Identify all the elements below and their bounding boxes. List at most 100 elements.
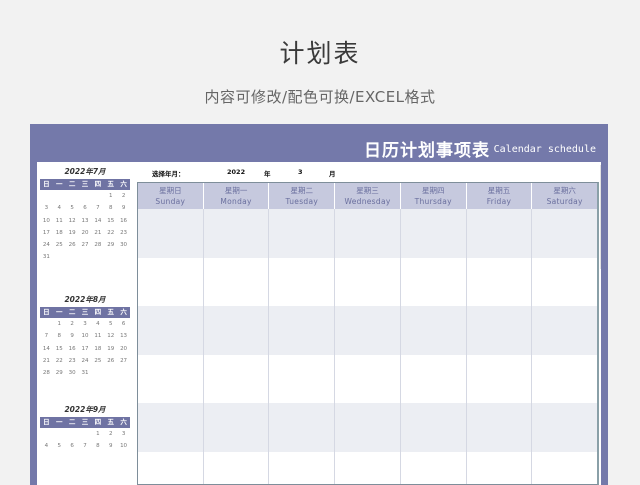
- schedule-day-cell[interactable]: [138, 403, 204, 452]
- mini-calendar-day: 22: [107, 229, 115, 236]
- mini-calendar-day: 19: [107, 345, 115, 352]
- schedule-day-cell[interactable]: [532, 209, 597, 258]
- schedule-day-cell[interactable]: [467, 209, 533, 258]
- mini-calendar-day: 4: [57, 205, 62, 212]
- schedule-week-row: [138, 257, 597, 307]
- mini-calendar-day: 14: [94, 217, 102, 224]
- mini-calendar-days: 1 2 3 4 5 6 7 8 9 10 11 12 13 14 15 16 17 18 19 20 21 22 23 24 2…: [40, 190, 130, 264]
- schedule-day-cell[interactable]: [204, 354, 270, 403]
- mini-calendar-day: 3: [44, 205, 49, 212]
- mini-calendar-weekday-header: 日 一 二 三 四 五 六: [40, 417, 130, 428]
- mini-calendar-day: [53, 190, 66, 202]
- mini-calendar-day: 16: [68, 345, 76, 352]
- calendar-sheet: 日历计划事项表 Calendar schedule 2022年7月 日 一 二 …: [30, 124, 608, 485]
- mini-calendar-day: 17: [81, 345, 89, 352]
- schedule-calendar: 星期日 Sunday 星期一 Monday 星期二 Tuesday 星期三 We…: [137, 182, 599, 485]
- weekday-en: Monday: [220, 197, 252, 206]
- mini-calendar-day: 23: [68, 357, 76, 364]
- schedule-day-cell[interactable]: [532, 355, 597, 404]
- schedule-week-row: [138, 209, 597, 258]
- schedule-day-cell[interactable]: [204, 451, 270, 484]
- mini-calendar-day: 28: [94, 242, 102, 249]
- mini-calendar-day: 10: [81, 333, 89, 340]
- sheet-title-en: Calendar schedule: [493, 144, 596, 155]
- mini-calendar-day: 1: [96, 431, 100, 437]
- weekday-label: 日: [43, 418, 50, 426]
- month-select[interactable]: 3: [298, 168, 303, 176]
- schedule-day-cell[interactable]: [269, 306, 336, 355]
- mini-calendar-day: 7: [96, 205, 100, 212]
- mini-calendar-day: [66, 190, 79, 202]
- schedule-day-cell[interactable]: [138, 451, 204, 484]
- schedule-day-cell[interactable]: [269, 403, 336, 452]
- schedule-day-cell[interactable]: [401, 403, 467, 452]
- mini-calendar-day: [79, 190, 92, 202]
- weekday-label: 日: [43, 180, 50, 188]
- mini-calendar-title: 2022年9月: [64, 405, 106, 414]
- schedule-day-cell[interactable]: [204, 403, 270, 452]
- schedule-day-cell[interactable]: [138, 209, 204, 258]
- schedule-day-cell[interactable]: [467, 354, 533, 403]
- schedule-day-cell[interactable]: [401, 306, 467, 355]
- schedule-day-cell[interactable]: [532, 306, 597, 355]
- weekday-label: 六: [120, 180, 127, 188]
- mini-calendar-day: 23: [120, 229, 128, 236]
- schedule-day-cell[interactable]: [138, 257, 204, 306]
- schedule-day-cell[interactable]: [335, 403, 401, 452]
- schedule-day-cell[interactable]: [401, 354, 467, 403]
- schedule-day-cell[interactable]: [269, 354, 336, 403]
- mini-calendar-day: 12: [107, 333, 115, 340]
- schedule-day-cell[interactable]: [204, 209, 270, 258]
- schedule-day-cell[interactable]: [269, 209, 336, 258]
- schedule-day-cell[interactable]: [335, 306, 401, 355]
- schedule-day-cell[interactable]: [467, 257, 533, 306]
- schedule-day-cell[interactable]: [467, 403, 533, 452]
- mini-calendar-day: 30: [120, 242, 128, 249]
- mini-calendar-day: 31: [42, 254, 50, 261]
- schedule-day-cell[interactable]: [335, 209, 401, 258]
- mini-calendar-day: 18: [55, 229, 63, 236]
- mini-calendar-day: 21: [42, 357, 50, 364]
- mini-calendar-day: 10: [42, 217, 50, 224]
- mini-calendar-day: 11: [94, 333, 102, 340]
- weekday-header-tuesday: 星期二 Tuesday: [269, 183, 336, 209]
- mini-calendar-day: 2: [70, 321, 74, 327]
- mini-calendar-day: [66, 428, 79, 440]
- schedule-day-cell[interactable]: [401, 451, 467, 484]
- mini-calendar-august: 2022年8月 日 一 二 三 四 五 六 1 2 3 4 5 6 7 8 9 10 11 12 13 1…: [40, 293, 130, 379]
- schedule-day-cell[interactable]: [269, 257, 336, 306]
- mini-calendar-day: 6: [121, 321, 126, 327]
- mini-calendar-day: 21: [94, 229, 102, 236]
- mini-calendar-day: 22: [55, 357, 63, 364]
- schedule-day-cell[interactable]: [401, 257, 467, 306]
- schedule-day-cell[interactable]: [204, 257, 270, 306]
- weekday-en: Friday: [486, 197, 512, 206]
- schedule-day-cell[interactable]: [335, 354, 401, 403]
- mini-calendar-day: 2: [121, 193, 126, 199]
- schedule-day-cell[interactable]: [138, 354, 204, 403]
- schedule-day-cell[interactable]: [335, 451, 401, 484]
- schedule-day-cell[interactable]: [532, 403, 597, 452]
- weekday-cn: 星期日: [159, 186, 182, 195]
- year-select[interactable]: 2022: [227, 168, 245, 176]
- schedule-day-cell[interactable]: [269, 451, 336, 484]
- weekday-label: 三: [81, 308, 89, 316]
- schedule-day-cell[interactable]: [204, 306, 270, 355]
- mini-calendar-day: 29: [55, 370, 63, 377]
- mini-calendar-day: [40, 428, 53, 440]
- schedule-day-cell[interactable]: [467, 306, 533, 355]
- mini-calendar-day: 26: [68, 242, 76, 249]
- schedule-day-cell[interactable]: [401, 209, 467, 258]
- schedule-day-cell[interactable]: [335, 257, 401, 306]
- weekday-cn: 星期六: [553, 186, 576, 195]
- weekday-label: 一: [56, 418, 63, 426]
- schedule-day-cell[interactable]: [138, 306, 204, 355]
- month-unit: 月: [329, 170, 336, 178]
- sheet-title: 日历计划事项表: [364, 141, 490, 161]
- schedule-day-cell[interactable]: [532, 258, 597, 307]
- mini-calendar-day: 9: [70, 333, 74, 340]
- schedule-day-cell[interactable]: [532, 452, 597, 485]
- weekday-cn: 星期四: [421, 186, 445, 195]
- mini-calendar-day: 24: [81, 357, 89, 364]
- schedule-day-cell[interactable]: [467, 451, 533, 484]
